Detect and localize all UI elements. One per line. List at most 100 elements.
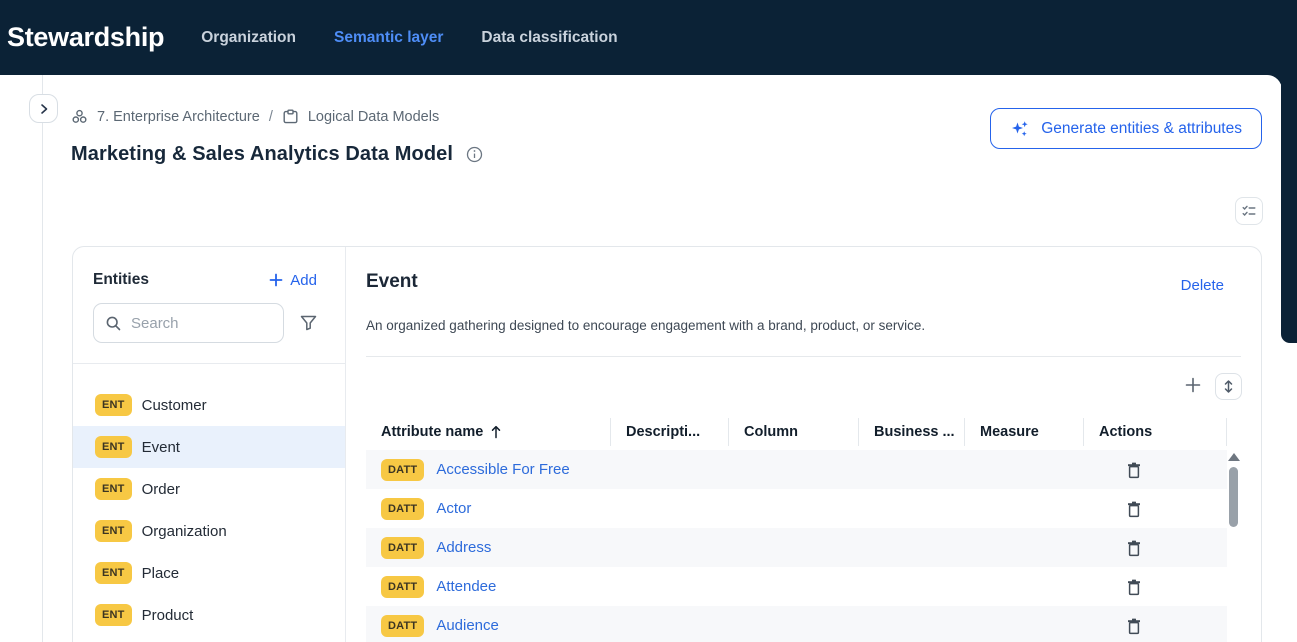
attributes-table-header: Attribute name Descripti... Column Busin… (366, 418, 1227, 446)
plus-icon (1185, 377, 1201, 393)
reorder-attributes-button[interactable] (1215, 373, 1242, 400)
sidebar-divider (42, 75, 43, 642)
up-down-arrows-icon (1222, 379, 1235, 394)
trash-icon (1126, 461, 1142, 479)
breadcrumb-item-domain[interactable]: 7. Enterprise Architecture (97, 109, 260, 125)
entity-name: Order (142, 481, 180, 498)
entities-list: ENT Customer ENT Event ENT Order ENT Org… (73, 364, 345, 636)
page-title: Marketing & Sales Analytics Data Model (71, 143, 453, 166)
info-icon[interactable] (466, 146, 483, 163)
attribute-type-badge: DATT (381, 576, 424, 598)
trash-icon (1126, 617, 1142, 635)
data-model-card: Entities Add (72, 246, 1262, 642)
title-row: Marketing & Sales Analytics Data Model (71, 143, 483, 166)
search-icon (105, 315, 122, 332)
delete-attribute-button[interactable] (1126, 461, 1142, 479)
entity-item-event[interactable]: ENT Event (73, 426, 345, 468)
add-entity-button[interactable]: Add (269, 272, 317, 289)
tab-data-classification[interactable]: Data classification (481, 29, 617, 47)
table-row: DATT Attendee (366, 567, 1227, 606)
table-row: DATT Accessible For Free (366, 450, 1227, 489)
breadcrumb: 7. Enterprise Architecture / Logical Dat… (71, 108, 439, 125)
attribute-type-badge: DATT (381, 615, 424, 637)
column-header-business[interactable]: Business ... (859, 418, 965, 446)
column-header-column[interactable]: Column (729, 418, 859, 446)
entity-type-badge: ENT (95, 604, 132, 626)
column-header-actions[interactable]: Actions (1084, 418, 1227, 446)
card-corner-backdrop (1263, 75, 1282, 94)
attribute-type-badge: DATT (381, 498, 424, 520)
delete-attribute-button[interactable] (1126, 539, 1142, 557)
scrollbar-thumb[interactable] (1229, 467, 1238, 527)
attribute-link[interactable]: Address (436, 539, 491, 556)
trash-icon (1126, 500, 1142, 518)
delete-attribute-button[interactable] (1126, 578, 1142, 596)
expand-sidebar-button[interactable] (29, 94, 58, 123)
delete-entity-button[interactable]: Delete (1181, 277, 1224, 294)
sort-ascending-icon (490, 425, 502, 439)
data-model-icon (282, 108, 299, 125)
attribute-type-badge: DATT (381, 537, 424, 559)
entity-name: Event (142, 439, 180, 456)
entity-type-badge: ENT (95, 436, 132, 458)
plus-icon (269, 273, 283, 287)
chevron-right-icon (38, 103, 50, 115)
top-nav: Stewardship Organization Semantic layer … (0, 0, 1297, 75)
entity-type-badge: ENT (95, 520, 132, 542)
entity-name: Place (142, 565, 180, 582)
entity-type-badge: ENT (95, 394, 132, 416)
entity-name: Organization (142, 523, 227, 540)
entity-detail-title: Event (366, 271, 418, 293)
entity-item-customer[interactable]: ENT Customer (73, 384, 345, 426)
entity-detail-panel: Event Delete An organized gathering desi… (346, 247, 1261, 642)
detail-divider (366, 356, 1241, 357)
domain-icon (71, 108, 88, 125)
entity-name: Customer (142, 397, 207, 414)
add-attribute-button[interactable] (1183, 375, 1203, 395)
column-header-attribute-name[interactable]: Attribute name (366, 418, 611, 446)
entity-item-place[interactable]: ENT Place (73, 552, 345, 594)
entities-panel: Entities Add (73, 247, 346, 642)
trash-icon (1126, 578, 1142, 596)
column-header-measure[interactable]: Measure (965, 418, 1084, 446)
attribute-link[interactable]: Attendee (436, 578, 496, 595)
table-row: DATT Audience (366, 606, 1227, 642)
table-scrollbar (1227, 450, 1240, 642)
table-row: DATT Address (366, 528, 1227, 567)
entities-panel-title: Entities (93, 271, 149, 289)
attributes-table-body: DATT Accessible For Free DATT (366, 450, 1261, 642)
entity-description: An organized gathering designed to encou… (366, 318, 1221, 333)
entity-search (93, 303, 284, 343)
breadcrumb-separator: / (269, 109, 273, 125)
attribute-link[interactable]: Audience (436, 617, 499, 634)
scroll-up-arrow[interactable] (1228, 453, 1240, 461)
generate-entities-button[interactable]: Generate entities & attributes (990, 108, 1262, 149)
collapsed-right-panel-strip (1281, 75, 1297, 343)
tab-semantic-layer[interactable]: Semantic layer (334, 29, 443, 47)
attribute-link[interactable]: Actor (436, 500, 471, 517)
entity-type-badge: ENT (95, 478, 132, 500)
entity-item-product[interactable]: ENT Product (73, 594, 345, 636)
sparkles-icon (1010, 119, 1030, 139)
entity-item-order[interactable]: ENT Order (73, 468, 345, 510)
top-nav-tabs: Organization Semantic layer Data classif… (201, 29, 617, 47)
generate-entities-label: Generate entities & attributes (1041, 120, 1242, 138)
breadcrumb-item-models[interactable]: Logical Data Models (308, 109, 439, 125)
filter-icon[interactable] (300, 315, 317, 331)
delete-attribute-button[interactable] (1126, 617, 1142, 635)
table-row: DATT Actor (366, 489, 1227, 528)
checklist-icon (1241, 203, 1257, 219)
entity-type-badge: ENT (95, 562, 132, 584)
entity-search-input[interactable] (131, 315, 272, 332)
add-entity-label: Add (290, 272, 317, 289)
entity-name: Product (142, 607, 194, 624)
column-header-description[interactable]: Descripti... (611, 418, 729, 446)
entity-item-organization[interactable]: ENT Organization (73, 510, 345, 552)
attribute-link[interactable]: Accessible For Free (436, 461, 569, 478)
app-title: Stewardship (7, 22, 164, 53)
tab-organization[interactable]: Organization (201, 29, 296, 47)
delete-attribute-button[interactable] (1126, 500, 1142, 518)
customize-view-button[interactable] (1235, 197, 1263, 225)
attribute-type-badge: DATT (381, 459, 424, 481)
trash-icon (1126, 539, 1142, 557)
